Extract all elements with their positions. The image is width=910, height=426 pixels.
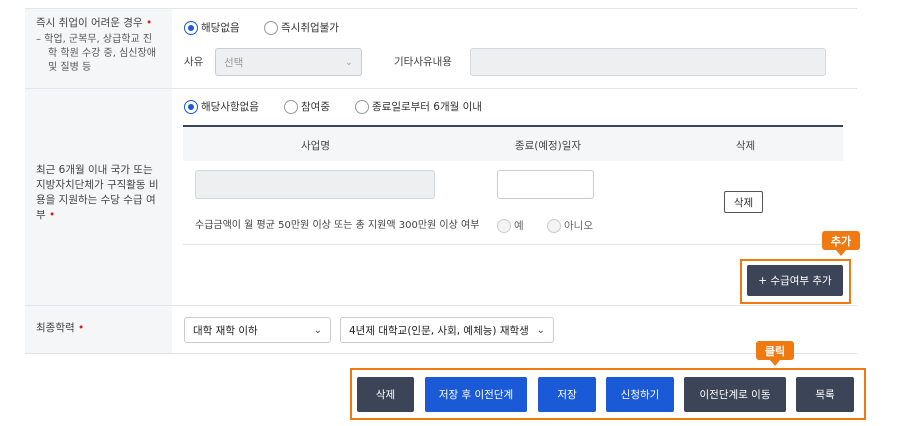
list-button[interactable]: 목록: [796, 377, 854, 412]
delete-button[interactable]: 삭제: [357, 377, 414, 412]
education-level-select[interactable]: 대학 재학 이하 ⌄: [184, 317, 331, 343]
subsidy-question: 수급금액이 월 평균 50만원 이상 또는 총 지원액 300만원 이상 여부: [195, 220, 480, 231]
chevron-down-icon: ⌄: [536, 324, 545, 336]
immediate-note: – 학업, 군복무, 상급학교 진 학 학원 수강 중, 심신장애 및 질병 등: [36, 34, 156, 73]
subsidy-label: 최근 6개월 이내 국가 또는 지방자치단체가 구직활동 비 용을 지원하는 수…: [36, 164, 159, 221]
other-reason-label: 기타사유내용: [394, 56, 452, 68]
chevron-down-icon: ⌄: [313, 324, 322, 336]
click-callout-tag: 클릭: [756, 341, 794, 360]
radio-disabled-icon: [497, 218, 511, 233]
education-label: 최종학력 •: [36, 322, 85, 334]
reason-label: 사유: [184, 56, 204, 68]
business-name-input[interactable]: [195, 170, 435, 199]
radio-checked-icon: [184, 99, 198, 114]
row-divider: [25, 88, 857, 89]
table-row-divider: [183, 244, 843, 245]
col-business: 사업명: [301, 140, 330, 152]
click-callout-tail: [770, 360, 780, 366]
radio-unchecked-icon: [355, 99, 369, 114]
education-detail-select[interactable]: 4년제 대학교(인문, 사회, 예체능) 재학생 ⌄: [340, 317, 554, 343]
chevron-down-icon: ⌄: [344, 56, 353, 68]
radio-subsidy-none[interactable]: 해당사항없음: [184, 99, 259, 114]
save-button[interactable]: 저장: [538, 377, 596, 412]
delete-row-button[interactable]: 삭제: [724, 191, 763, 213]
col-enddate: 종료(예정)일자: [514, 140, 582, 152]
row-divider: [25, 353, 857, 354]
radio-disabled-icon: [547, 218, 561, 233]
radio-unchecked-icon: [284, 99, 298, 114]
required-mark: •: [77, 322, 85, 334]
col-delete: 삭제: [735, 140, 756, 152]
add-callout-tag: 추가: [822, 231, 860, 250]
subsidy-table-header: 사업명 종료(예정)일자 삭제: [183, 125, 843, 161]
radio-subsidy-participating[interactable]: 참여중: [284, 99, 330, 114]
radio-immediate-impossible[interactable]: 즉시취업불가: [264, 20, 339, 35]
radio-checked-icon: [184, 20, 198, 35]
end-date-input[interactable]: [497, 170, 594, 199]
radio-subsidy-within6[interactable]: 종료일로부터 6개월 이내: [355, 99, 482, 114]
go-prev-button[interactable]: 이전단계로 이동: [684, 377, 786, 412]
required-mark: •: [49, 209, 56, 221]
radio-unchecked-icon: [264, 20, 278, 35]
radio-subsidy-no[interactable]: 아니오: [547, 218, 593, 233]
row-divider: [25, 305, 857, 306]
immediate-label: 즉시 취업이 어려운 경우 •: [36, 17, 153, 29]
add-subsidy-button[interactable]: + 수급여부 추가: [747, 265, 843, 296]
required-mark: •: [145, 17, 153, 29]
save-prev-button[interactable]: 저장 후 이전단계: [425, 377, 527, 412]
radio-subsidy-yes[interactable]: 예: [497, 218, 524, 233]
radio-immediate-none[interactable]: 해당없음: [184, 20, 240, 35]
apply-button[interactable]: 신청하기: [606, 377, 674, 412]
add-callout-tail: [836, 250, 846, 256]
row-divider: [25, 8, 857, 9]
reason-select[interactable]: 선택 ⌄: [215, 48, 362, 76]
other-reason-input[interactable]: [470, 48, 826, 76]
